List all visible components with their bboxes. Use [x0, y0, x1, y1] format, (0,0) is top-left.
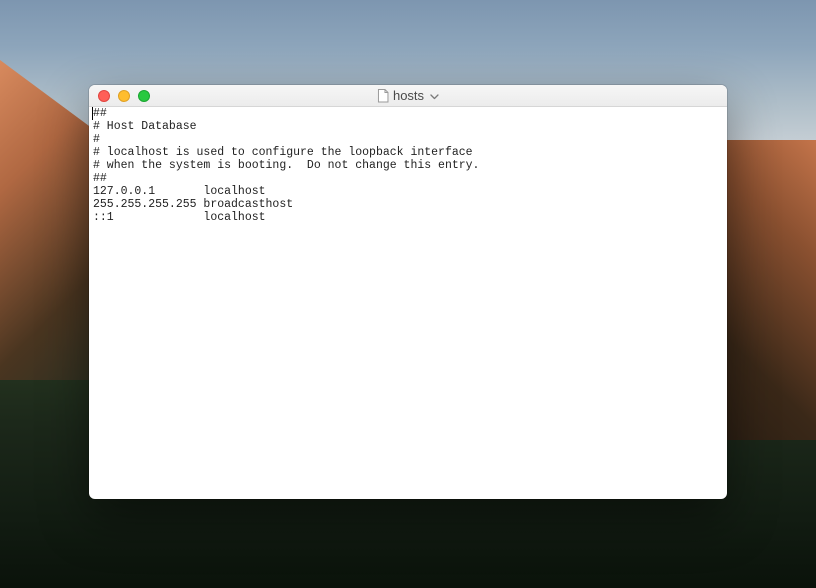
traffic-lights: [89, 90, 150, 102]
text-editor-window: hosts ## # Host Database # # localhost i…: [89, 85, 727, 499]
window-titlebar[interactable]: hosts: [89, 85, 727, 107]
window-title-group[interactable]: hosts: [377, 88, 439, 103]
chevron-down-icon: [428, 88, 439, 103]
text-cursor: [92, 107, 93, 120]
maximize-button[interactable]: [138, 90, 150, 102]
document-icon: [377, 89, 389, 103]
editor-content: ## # Host Database # # localhost is used…: [93, 107, 479, 224]
close-button[interactable]: [98, 90, 110, 102]
minimize-button[interactable]: [118, 90, 130, 102]
editor-textarea[interactable]: ## # Host Database # # localhost is used…: [89, 107, 727, 499]
window-title: hosts: [393, 88, 424, 103]
